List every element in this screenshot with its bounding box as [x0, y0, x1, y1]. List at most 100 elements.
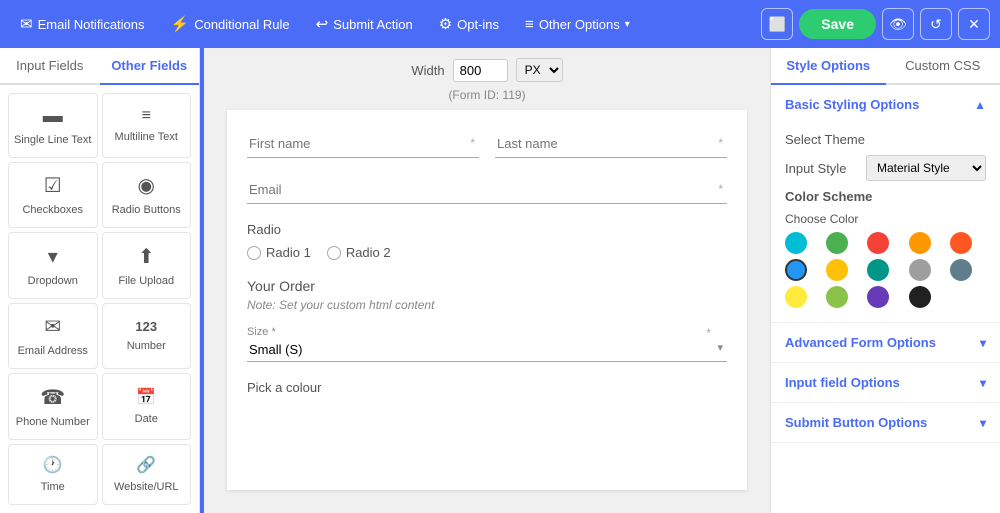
nav-email-notifications[interactable]: ✉ Email Notifications	[10, 9, 155, 39]
advanced-form-header[interactable]: Advanced Form Options ▾	[771, 323, 1000, 362]
submit-button-header[interactable]: Submit Button Options ▾	[771, 403, 1000, 442]
single-line-icon: ▬	[43, 105, 63, 128]
order-note: Note: Set your custom html content	[247, 298, 727, 312]
width-input[interactable]	[453, 59, 508, 82]
field-file-upload[interactable]: ⬆ File Upload	[102, 232, 192, 299]
advanced-form-label: Advanced Form Options	[785, 335, 936, 350]
last-name-input[interactable]	[495, 130, 727, 158]
undo-button[interactable]: ↺	[920, 8, 952, 40]
field-email-address[interactable]: ✉ Email Address	[8, 303, 98, 370]
close-button[interactable]: ✕	[958, 8, 990, 40]
field-time[interactable]: 🕐 Time	[8, 444, 98, 506]
number-icon: 123	[135, 319, 157, 334]
upload-icon: ⬆	[138, 244, 155, 269]
right-panel: Style Options Custom CSS Basic Styling O…	[770, 48, 1000, 513]
unit-select[interactable]: PX %	[516, 58, 563, 82]
color-grey[interactable]	[909, 259, 931, 281]
email-field-icon: ✉	[44, 314, 61, 339]
section-input-field: Input field Options ▾	[771, 363, 1000, 403]
input-field-label: Input field Options	[785, 375, 900, 390]
tab-input-fields[interactable]: Input Fields	[0, 48, 100, 83]
options-icon: ≡	[525, 16, 534, 33]
radio-label: Radio	[247, 222, 727, 237]
first-name-field[interactable]: *	[247, 130, 479, 158]
size-label: Size *	[247, 326, 727, 338]
color-black[interactable]	[909, 286, 931, 308]
advanced-form-chevron: ▾	[980, 336, 986, 350]
input-field-header[interactable]: Input field Options ▾	[771, 363, 1000, 402]
section-advanced-form: Advanced Form Options ▾	[771, 323, 1000, 363]
form-id-label: (Form ID: 119)	[448, 88, 525, 102]
color-orange[interactable]	[909, 232, 931, 254]
tab-style-options[interactable]: Style Options	[771, 48, 886, 85]
select-theme-label: Select Theme	[785, 132, 986, 147]
color-blue-grey[interactable]	[950, 259, 972, 281]
radio-icon: ◉	[138, 173, 155, 198]
basic-styling-chevron: ▲	[974, 98, 986, 112]
order-title: Your Order	[247, 278, 727, 294]
first-name-input[interactable]	[247, 130, 479, 158]
input-style-select[interactable]: Material Style Classic Style Flat Style	[866, 155, 986, 181]
size-select[interactable]: Small (S) Medium (M) Large (L)	[247, 338, 727, 362]
save-button[interactable]: Save	[799, 9, 876, 39]
field-checkboxes[interactable]: ☑ Checkboxes	[8, 162, 98, 229]
phone-icon: ☎	[40, 385, 65, 410]
left-sidebar: Input Fields Other Fields ▬ Single Line …	[0, 48, 200, 513]
nav-opt-ins[interactable]: ⚙ Opt-ins	[429, 9, 509, 39]
email-field[interactable]: *	[247, 176, 727, 204]
field-phone-number[interactable]: ☎ Phone Number	[8, 373, 98, 440]
nav-submit-action[interactable]: ↩ Submit Action	[306, 9, 423, 39]
width-label: Width	[411, 63, 444, 78]
field-radio-buttons[interactable]: ◉ Radio Buttons	[102, 162, 192, 229]
color-red[interactable]	[867, 232, 889, 254]
color-deep-orange[interactable]	[950, 232, 972, 254]
field-website-url[interactable]: 🔗 Website/URL	[102, 444, 192, 506]
size-row: Size * Small (S) Medium (M) Large (L) ▾ …	[247, 326, 727, 362]
tab-other-fields[interactable]: Other Fields	[100, 48, 200, 85]
top-nav: ✉ Email Notifications ⚡ Conditional Rule…	[0, 0, 1000, 48]
radio-option-1[interactable]: Radio 1	[247, 245, 311, 260]
last-name-field[interactable]: *	[495, 130, 727, 158]
email-icon: ✉	[20, 15, 33, 33]
color-scheme-label: Color Scheme	[785, 189, 986, 204]
field-date[interactable]: 📅 Date	[102, 373, 192, 440]
color-green[interactable]	[826, 232, 848, 254]
basic-styling-body: Select Theme Input Style Material Style …	[771, 124, 1000, 322]
field-single-line-text[interactable]: ▬ Single Line Text	[8, 93, 98, 158]
choose-color-label: Choose Color	[785, 212, 986, 226]
input-style-label: Input Style	[785, 161, 846, 176]
radio-option-2[interactable]: Radio 2	[327, 245, 391, 260]
field-multiline-text[interactable]: ≡ Multiline Text	[102, 93, 192, 158]
radio-options: Radio 1 Radio 2	[247, 245, 727, 260]
input-style-row: Input Style Material Style Classic Style…	[785, 155, 986, 181]
section-submit-button: Submit Button Options ▾	[771, 403, 1000, 443]
last-name-required: *	[718, 136, 723, 150]
color-amber[interactable]	[826, 259, 848, 281]
date-icon: 📅	[136, 387, 156, 407]
lightning-icon: ⚡	[171, 15, 190, 33]
radio-circle-2	[327, 246, 341, 260]
field-dropdown[interactable]: ▾ Dropdown	[8, 232, 98, 299]
tab-custom-css[interactable]: Custom CSS	[886, 48, 1000, 83]
fields-grid: ▬ Single Line Text ≡ Multiline Text ☑ Ch…	[0, 85, 199, 513]
nav-other-options[interactable]: ≡ Other Options ▾	[515, 10, 640, 39]
radio-1-label: Radio 1	[266, 245, 311, 260]
color-blue[interactable]	[785, 259, 807, 281]
name-row: * *	[247, 130, 727, 158]
nav-conditional-rule[interactable]: ⚡ Conditional Rule	[161, 9, 300, 39]
color-purple[interactable]	[867, 286, 889, 308]
color-teal[interactable]	[785, 232, 807, 254]
color-yellow[interactable]	[785, 286, 807, 308]
layout-toggle-button[interactable]: ⬜	[761, 8, 793, 40]
size-field[interactable]: Size * Small (S) Medium (M) Large (L) ▾ …	[247, 326, 727, 362]
preview-button[interactable]: 👁	[882, 8, 914, 40]
basic-styling-header[interactable]: Basic Styling Options ▲	[771, 85, 1000, 124]
submit-button-chevron: ▾	[980, 416, 986, 430]
basic-styling-label: Basic Styling Options	[785, 97, 919, 112]
color-light-green[interactable]	[826, 286, 848, 308]
time-icon: 🕐	[43, 455, 63, 475]
email-required: *	[718, 182, 723, 196]
color-cyan[interactable]	[867, 259, 889, 281]
field-number[interactable]: 123 Number	[102, 303, 192, 370]
email-input[interactable]	[247, 176, 727, 204]
